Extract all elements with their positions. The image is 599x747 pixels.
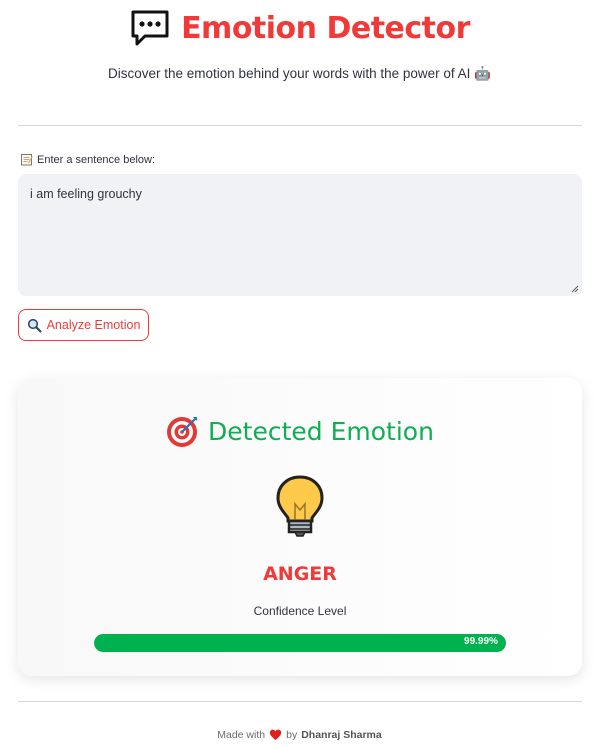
confidence-value: 99.99% [464,636,498,647]
resize-handle-icon[interactable] [571,285,579,293]
magnifier-icon [27,318,42,333]
top-divider [18,125,582,126]
result-card: Detected Emotion ANGER Confidence Level … [18,378,582,676]
analyze-emotion-label: Analyze Emotion [46,318,141,332]
target-icon [167,417,198,447]
detected-emotion: ANGER [263,563,337,585]
result-title-text: Detected Emotion [208,416,434,446]
footer: Made with by Dhanraj Sharma [0,729,599,741]
confidence-label: Confidence Level [253,604,347,618]
result-title: Detected Emotion [18,414,582,448]
speech-bubble-icon [131,10,169,46]
page-subtitle: Discover the emotion behind your words w… [108,66,491,81]
app-header: Emotion Detector [0,8,599,48]
sentence-textarea[interactable]: i am feeling grouchy [18,174,582,296]
bottom-divider [18,701,582,702]
footer-made-with: Made with [217,729,266,741]
confidence-bar: 99.99% [94,634,506,652]
heart-icon [269,729,282,740]
confidence-bar-fill: 99.99% [94,634,506,652]
memo-icon [21,154,33,166]
footer-by: by [286,729,298,741]
sentence-textarea-value[interactable]: i am feeling grouchy [30,187,142,201]
input-label-text: Enter a sentence below: [37,153,156,166]
lightbulb-icon [276,475,324,537]
analyze-emotion-button[interactable]: Analyze Emotion [18,309,149,341]
footer-author: Dhanraj Sharma [301,729,382,741]
page-title: Emotion Detector [181,10,470,46]
input-label: Enter a sentence below: [20,153,155,166]
